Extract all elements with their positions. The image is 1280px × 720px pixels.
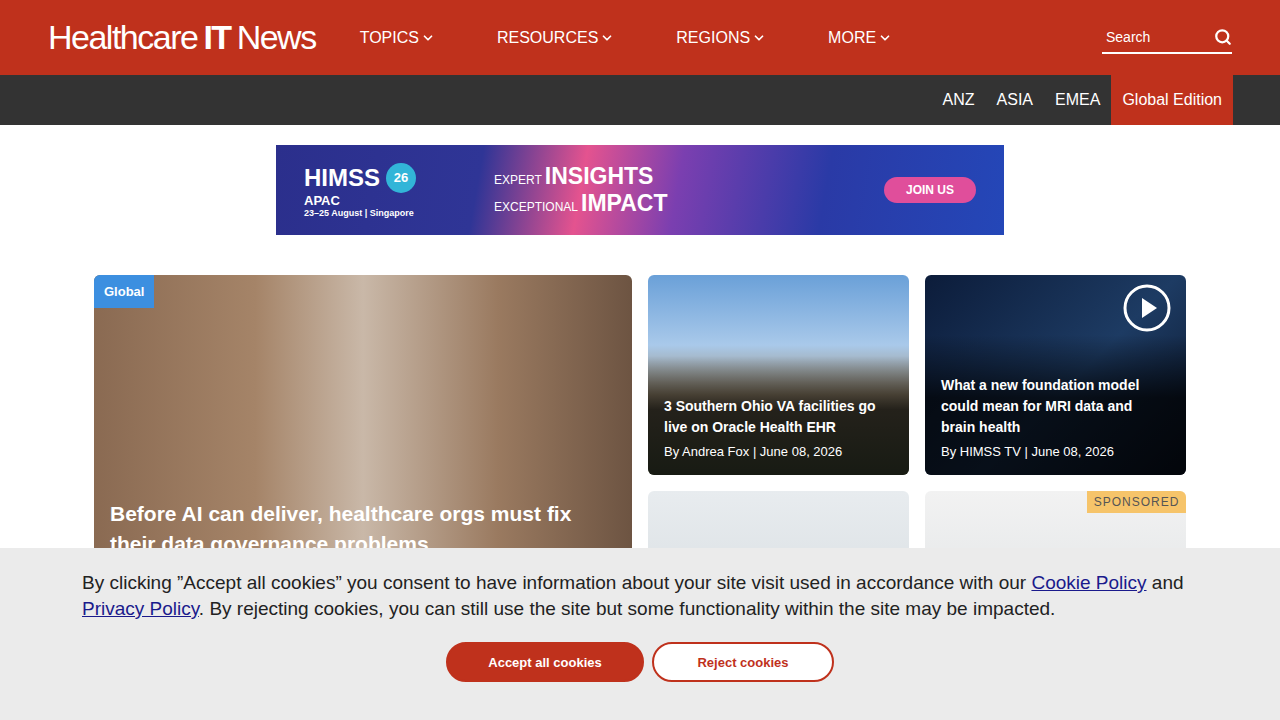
reject-button[interactable]: Reject cookies [652,642,834,682]
ad-banner[interactable]: HIMSS26APAC23–25 August | SingaporeEXPER… [276,145,1004,235]
top-header: HealthcareITNews TOPICS RESOURCES REGIONS MO… [0,0,1280,75]
card-byline: By Andrea Fox | June 08, 2026 [664,444,893,459]
search-box [1102,22,1232,54]
cookie-policy-link[interactable]: Cookie Policy [1031,572,1146,593]
nav-item[interactable]: MORE [828,29,892,47]
banner-brand: HIMSS26APAC23–25 August | Singapore [304,163,494,218]
caret-icon [600,31,614,45]
story-card[interactable]: 3 Southern Ohio VA facilities go live on… [648,275,909,475]
card-caption: 3 Southern Ohio VA facilities go live on… [648,356,909,475]
site-logo[interactable]: HealthcareITNews [48,18,316,57]
cookie-banner: By clicking ”Accept all cookies” you con… [0,548,1280,720]
sponsored-badge: SPONSORED [1087,491,1186,513]
nav-item[interactable]: RESOURCES [497,29,614,47]
edition-tab[interactable]: Global Edition [1111,75,1233,125]
cookie-buttons: Accept all cookiesReject cookies [82,642,1198,682]
accept-button[interactable]: Accept all cookies [446,642,644,682]
edition-tab[interactable]: ASIA [986,75,1044,125]
caret-icon [421,31,435,45]
edition-tab[interactable]: ANZ [932,75,986,125]
play-icon[interactable] [1122,283,1172,333]
edition-bar: ANZASIAEMEAGlobal Edition [0,75,1280,125]
edition-badge: 26 [386,163,416,193]
card-caption: What a new foundation model could mean f… [925,335,1186,475]
privacy-policy-link[interactable]: Privacy Policy [82,598,199,619]
nav-item[interactable]: REGIONS [676,29,766,47]
main-nav: TOPICS RESOURCES REGIONS MORE [360,29,892,47]
join-button[interactable]: JOIN US [884,177,976,203]
card-title[interactable]: 3 Southern Ohio VA facilities go live on… [664,396,893,438]
search-input[interactable] [1104,28,1214,46]
nav-item[interactable]: TOPICS [360,29,435,47]
card-byline: By HIMSS TV | June 08, 2026 [941,444,1170,459]
edition-tab[interactable]: EMEA [1044,75,1111,125]
region-tag: Global [94,275,154,308]
search-icon[interactable] [1214,28,1232,46]
caret-icon [878,31,892,45]
video-card[interactable]: What a new foundation model could mean f… [925,275,1186,475]
banner-slogan: EXPERTINSIGHTSEXCEPTIONALIMPACT [494,163,804,217]
cookie-text: By clicking ”Accept all cookies” you con… [82,570,1198,622]
caret-icon [752,31,766,45]
card-title[interactable]: What a new foundation model could mean f… [941,375,1170,438]
